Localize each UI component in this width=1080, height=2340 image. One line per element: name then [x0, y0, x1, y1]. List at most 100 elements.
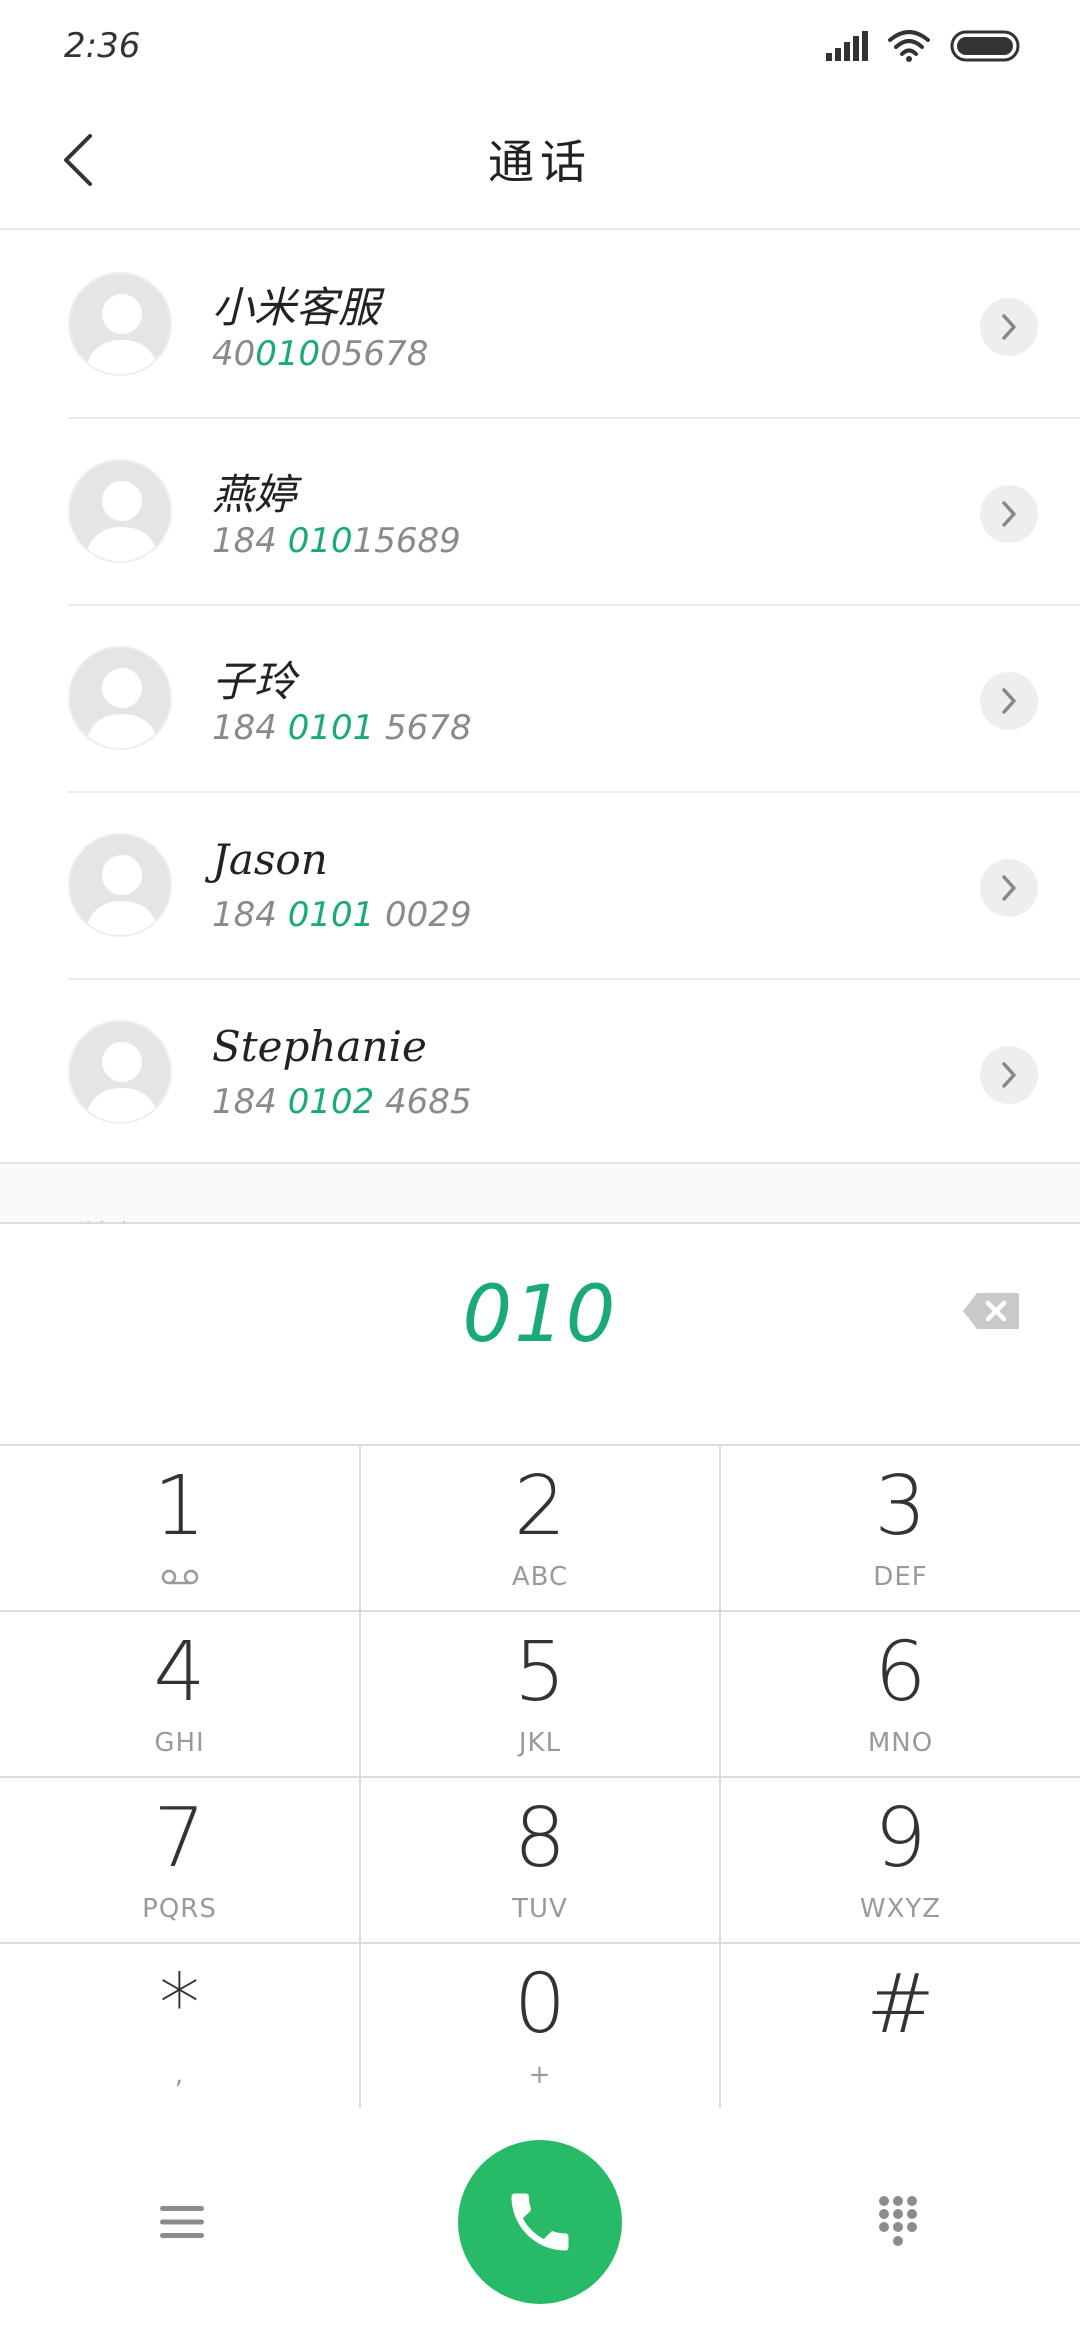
- chevron-right-icon: [1002, 688, 1016, 714]
- contact-number: 184 01015689: [212, 521, 461, 561]
- key-letters: DEF: [873, 1562, 928, 1592]
- person-placeholder-icon: [84, 855, 160, 935]
- key-6[interactable]: 6 MNO: [721, 1612, 1080, 1778]
- key-0[interactable]: 0 +: [361, 1944, 721, 2110]
- number-suffix: 15689: [352, 521, 461, 561]
- dialpad-toggle-button[interactable]: [866, 2190, 930, 2254]
- avatar: [68, 272, 172, 376]
- number-match: 010: [255, 334, 321, 374]
- number-match: 010: [287, 521, 353, 561]
- person-placeholder-icon: [84, 481, 160, 561]
- key-digit: 5: [513, 1625, 567, 1720]
- key-4[interactable]: 4 GHI: [0, 1612, 361, 1778]
- contact-name: Jason: [212, 835, 328, 884]
- battery-icon: [950, 30, 1020, 62]
- key-letters: ,: [174, 2060, 185, 2090]
- contact-number: 184 0102 4685: [212, 1082, 472, 1122]
- key-star[interactable]: * ,: [0, 1944, 361, 2110]
- key-letters: PQRS: [142, 1894, 217, 1924]
- backspace-button[interactable]: [956, 1286, 1026, 1336]
- contact-detail-button[interactable]: [980, 672, 1038, 730]
- contact-item[interactable]: Stephanie 184 0102 4685: [0, 980, 1080, 1167]
- dialer-screen: 2:36 通话 小米客服 4001005678 燕婷 184 01015689 …: [0, 0, 1080, 2340]
- key-7[interactable]: 7 PQRS: [0, 1778, 361, 1944]
- key-hash[interactable]: #: [721, 1944, 1080, 2110]
- number-suffix: 4685: [374, 1082, 472, 1122]
- chevron-right-icon: [1002, 314, 1016, 340]
- key-digit: #: [866, 1957, 935, 2052]
- number-match: 0101: [287, 708, 375, 748]
- app-header: 通话: [0, 90, 1080, 230]
- person-placeholder-icon: [84, 294, 160, 374]
- contact-number: 184 0101 5678: [212, 708, 472, 748]
- contact-name: 小米客服: [212, 283, 381, 332]
- chevron-right-icon: [1002, 875, 1016, 901]
- status-time: 2:36: [64, 26, 141, 66]
- key-digit: 9: [874, 1791, 927, 1886]
- menu-icon: [160, 2206, 204, 2238]
- key-digit: 7: [153, 1791, 206, 1886]
- key-1[interactable]: 1: [0, 1446, 361, 1612]
- key-letters: +: [528, 2060, 552, 2090]
- number-suffix: 5678: [374, 708, 472, 748]
- status-bar: 2:36: [0, 0, 1080, 90]
- wifi-icon: [888, 30, 930, 62]
- contact-list: 小米客服 4001005678 燕婷 184 01015689 子玲 184 0…: [0, 232, 1080, 1162]
- call-button[interactable]: [458, 2140, 622, 2304]
- dial-keypad: 1 2 ABC 3 DEF 4 GHI 5 JKL 6 MNO 7 PQRS 8…: [0, 1444, 1080, 2110]
- voicemail-icon: [161, 1569, 198, 1585]
- dialpad-icon: [879, 2196, 917, 2246]
- contact-number: 4001005678: [212, 334, 428, 374]
- contact-item[interactable]: 燕婷 184 01015689: [0, 419, 1080, 606]
- dialed-digits: 010: [462, 1270, 618, 1360]
- dialed-digits-area: 010: [0, 1222, 1080, 1444]
- contact-name: 子玲: [212, 657, 297, 706]
- key-letters: TUV: [512, 1894, 568, 1924]
- key-digit: *: [159, 1957, 200, 2052]
- contact-name: 燕婷: [212, 470, 297, 519]
- key-digit: 8: [513, 1791, 567, 1886]
- key-digit: 4: [153, 1625, 206, 1720]
- number-prefix: 40: [212, 334, 256, 374]
- number-suffix: 05678: [320, 334, 429, 374]
- number-match: 0101: [287, 895, 375, 935]
- contact-item[interactable]: 小米客服 4001005678: [0, 232, 1080, 419]
- contact-detail-button[interactable]: [980, 485, 1038, 543]
- list-section-footer: 其它: [0, 1162, 1080, 1224]
- key-letters: WXYZ: [859, 1894, 942, 1924]
- contact-detail-button[interactable]: [980, 1046, 1038, 1104]
- signal-icon: [826, 31, 868, 61]
- contact-item[interactable]: Jason 184 0101 0029: [0, 793, 1080, 980]
- contact-detail-button[interactable]: [980, 859, 1038, 917]
- avatar: [68, 833, 172, 937]
- key-3[interactable]: 3 DEF: [721, 1446, 1080, 1612]
- contact-item[interactable]: 子玲 184 0101 5678: [0, 606, 1080, 793]
- key-9[interactable]: 9 WXYZ: [721, 1778, 1080, 1944]
- page-title: 通话: [488, 135, 592, 189]
- avatar: [68, 646, 172, 750]
- key-letters: GHI: [154, 1728, 205, 1758]
- key-letters: MNO: [867, 1728, 934, 1758]
- menu-button[interactable]: [150, 2190, 214, 2254]
- chevron-right-icon: [1002, 1062, 1016, 1088]
- contact-detail-button[interactable]: [980, 298, 1038, 356]
- number-prefix: 184: [212, 521, 288, 561]
- key-2[interactable]: 2 ABC: [361, 1446, 721, 1612]
- chevron-right-icon: [1002, 501, 1016, 527]
- phone-icon: [511, 2193, 569, 2251]
- contact-number: 184 0101 0029: [212, 895, 472, 935]
- avatar: [68, 459, 172, 563]
- key-5[interactable]: 5 JKL: [361, 1612, 721, 1778]
- key-digit: 0: [513, 1957, 567, 2052]
- number-prefix: 184: [212, 895, 288, 935]
- number-prefix: 184: [212, 1082, 288, 1122]
- key-digit: 3: [874, 1459, 927, 1554]
- backspace-icon: [963, 1293, 1019, 1329]
- key-digit: 1: [153, 1459, 206, 1554]
- status-icons: [826, 28, 1022, 64]
- key-8[interactable]: 8 TUV: [361, 1778, 721, 1944]
- key-digit: 2: [513, 1459, 567, 1554]
- key-digit: 6: [874, 1625, 927, 1720]
- person-placeholder-icon: [84, 668, 160, 748]
- contact-name: Stephanie: [212, 1022, 427, 1071]
